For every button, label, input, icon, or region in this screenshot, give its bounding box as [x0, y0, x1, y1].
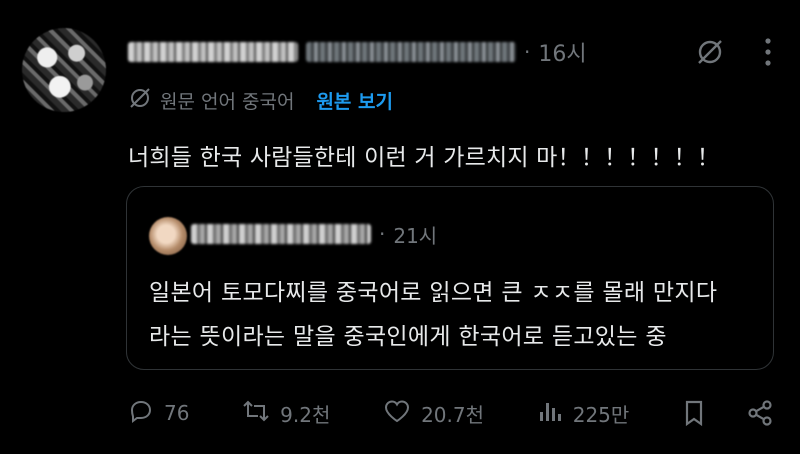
reply-icon: [128, 398, 154, 429]
quoted-text-line: 일본어 토모다찌를 중국어로 읽으면 큰 ㅈㅈ를 몰래 만지다: [149, 280, 718, 306]
quoted-text-line: 라는 뜻이라는 말을 중국인에게 한국어로 듣고있는 중: [149, 324, 667, 350]
show-original-link[interactable]: 원본 보기: [316, 87, 393, 114]
post-text: 너희들 한국 사람들한테 이런 거 가르치지 마！！！！！！！: [128, 145, 720, 171]
reply-button[interactable]: 76: [128, 398, 189, 429]
action-bar-right: [682, 399, 774, 427]
reply-count: 76: [164, 401, 190, 425]
views-icon: [537, 398, 563, 429]
author-name-redacted[interactable]: [128, 42, 298, 62]
separator-dot: ·: [524, 40, 531, 64]
translate-icon: [128, 86, 152, 115]
repost-icon: [242, 398, 270, 429]
views-button[interactable]: 225만: [537, 398, 630, 429]
post-header: · 16시: [128, 36, 587, 68]
author-handle-redacted[interactable]: [306, 42, 516, 62]
more-icon[interactable]: [764, 37, 772, 67]
quoted-avatar: [149, 217, 187, 255]
repost-button[interactable]: 9.2천: [242, 398, 330, 429]
separator-dot: ·: [379, 222, 386, 246]
like-button[interactable]: 20.7천: [383, 398, 484, 429]
quoted-author-redacted: [191, 224, 371, 244]
post-header-actions: [694, 36, 772, 68]
share-icon[interactable]: [746, 399, 774, 427]
repost-count: 9.2천: [280, 402, 331, 427]
views-count: 225만: [572, 402, 630, 427]
like-count: 20.7천: [421, 402, 485, 427]
grok-icon[interactable]: [694, 36, 726, 68]
quoted-post-time: 21시: [393, 223, 438, 248]
post-time[interactable]: 16시: [538, 36, 586, 68]
avatar[interactable]: [22, 28, 106, 112]
translation-source-label: 원문 언어 중국어: [160, 90, 295, 113]
translation-notice: 원문 언어 중국어 원본 보기: [128, 86, 393, 114]
quoted-post-header: · 21시: [191, 219, 437, 249]
quoted-post[interactable]: · 21시 일본어 토모다찌를 중국어로 읽으면 큰 ㅈㅈ를 몰래 만지다 라는…: [126, 186, 774, 370]
like-icon: [383, 398, 411, 429]
action-bar: 76 9.2천 20.7천 225만: [128, 396, 774, 430]
bookmark-icon[interactable]: [682, 399, 706, 427]
